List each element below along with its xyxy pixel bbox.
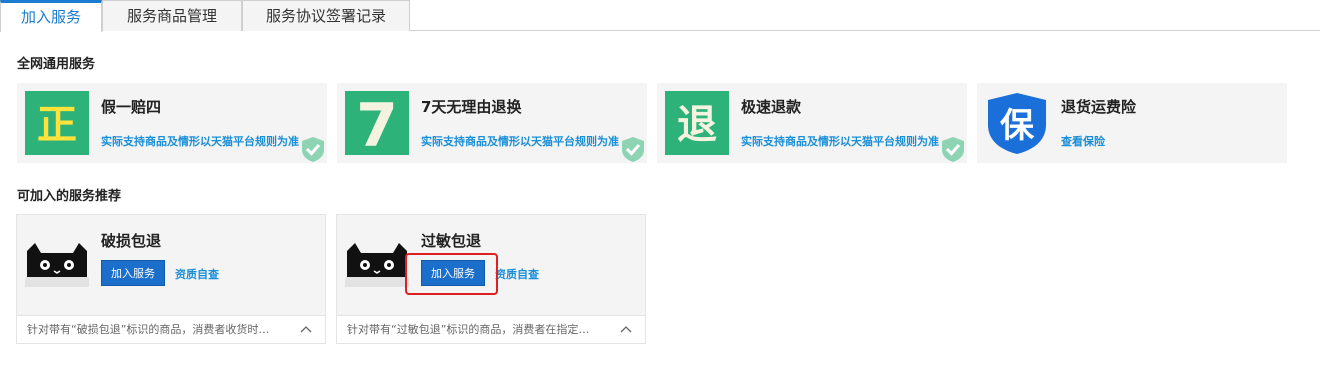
tab-agreement-records[interactable]: 服务协议签署记录 [242, 0, 410, 31]
service-description-footer: 针对带有“破损包退”标识的商品，消费者收货时… [17, 315, 325, 343]
qualification-check-link[interactable]: 资质自查 [175, 266, 219, 282]
service-rule-link[interactable]: 实际支持商品及情形以天猫平台规则为准 [741, 133, 939, 149]
joined-check-icon [942, 137, 964, 162]
qualification-check-link[interactable]: 资质自查 [495, 266, 539, 282]
service-name: 过敏包退 [421, 232, 482, 250]
service-description-text: 针对带有“破损包退”标识的商品，消费者收货时… [27, 323, 270, 336]
service-card: 保 退货运费险 查看保险 [977, 83, 1287, 163]
service-name: 退货运费险 [1061, 98, 1137, 116]
seven-days-icon: 7 [345, 91, 409, 155]
highlight-annotation-box [405, 253, 498, 295]
svg-text:7: 7 [356, 91, 398, 155]
recommend-card: 破损包退 加入服务 资质自查 针对带有“破损包退”标识的商品，消费者收货时… [16, 214, 326, 344]
joined-check-icon [622, 137, 644, 162]
section-title-recommended-services: 可加入的服务推荐 [17, 189, 122, 204]
service-description-footer: 针对带有“过敏包退”标识的商品，消费者在指定… [337, 315, 645, 343]
service-card: 7 7天无理由退换 实际支持商品及情形以天猫平台规则为准 [337, 83, 647, 163]
genuine-icon: 正 [25, 91, 89, 155]
tab-join-service[interactable]: 加入服务 [0, 0, 102, 32]
service-rule-link[interactable]: 实际支持商品及情形以天猫平台规则为准 [101, 133, 299, 149]
tab-bar: 加入服务 服务商品管理 服务协议签署记录 [0, 0, 1320, 32]
chevron-up-icon[interactable] [619, 322, 633, 336]
service-card: 正 假一赔四 实际支持商品及情形以天猫平台规则为准 [17, 83, 327, 163]
join-service-button[interactable]: 加入服务 [101, 260, 165, 286]
joined-check-icon [302, 137, 324, 162]
service-name: 假一赔四 [101, 98, 162, 116]
service-name: 破损包退 [101, 232, 162, 250]
service-description-text: 针对带有“过敏包退”标识的商品，消费者在指定… [347, 323, 590, 336]
service-name: 7天无理由退换 [421, 98, 522, 116]
chevron-up-icon[interactable] [299, 322, 313, 336]
svg-text:保: 保 [1000, 106, 1035, 146]
svg-text:退: 退 [677, 102, 717, 148]
refund-icon: 退 [665, 91, 729, 155]
service-rule-link[interactable]: 实际支持商品及情形以天猫平台规则为准 [421, 133, 619, 149]
section-title-general-services: 全网通用服务 [17, 57, 96, 72]
svg-text:正: 正 [37, 102, 77, 148]
service-card: 退 极速退款 实际支持商品及情形以天猫平台规则为准 [657, 83, 967, 163]
tab-service-goods-management[interactable]: 服务商品管理 [102, 0, 242, 31]
tmall-cat-logo-icon [25, 243, 89, 287]
view-insurance-link[interactable]: 查看保险 [1061, 133, 1105, 149]
tmall-cat-logo-icon [345, 243, 409, 287]
service-name: 极速退款 [741, 98, 802, 116]
insurance-shield-icon: 保 [988, 93, 1046, 154]
